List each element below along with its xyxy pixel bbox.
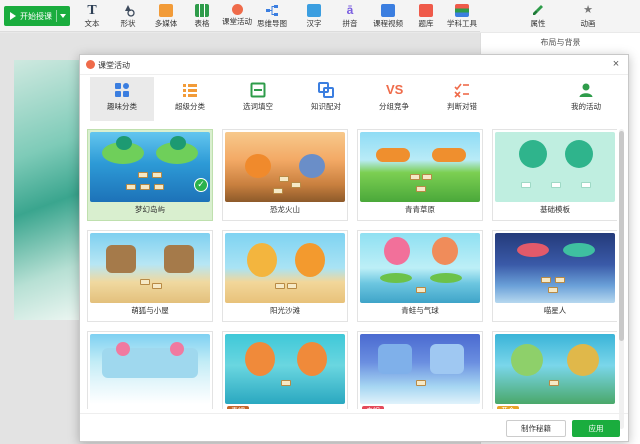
tab-animation[interactable]: ★ 动画	[568, 2, 608, 29]
play-icon	[10, 12, 16, 20]
subject-tools-icon	[455, 4, 469, 17]
template-thumbnail	[225, 334, 345, 404]
tool-text[interactable]: T 文本	[76, 2, 108, 30]
hanzi-icon	[307, 4, 321, 17]
template-card[interactable]: 青蛙与气球	[357, 230, 483, 322]
grid-icon	[114, 82, 130, 98]
fill-blank-icon	[250, 82, 266, 98]
dialog-footer: 制作秘籍 应用	[80, 413, 628, 443]
list-icon	[182, 82, 198, 98]
scrollbar-thumb[interactable]	[619, 131, 624, 341]
video-icon	[381, 4, 395, 17]
template-thumbnail	[360, 132, 480, 202]
tool-question-bank[interactable]: 题库	[410, 2, 442, 30]
tool-subject-tools[interactable]: 学科工具	[444, 2, 480, 30]
template-card[interactable]: 萌狐与小屋	[87, 230, 213, 322]
template-name: 喵星人	[543, 306, 567, 315]
top-toolbar: 开始授课 T 文本 形状 多媒体 表格 课堂活动 思维导图 汉字 ā 拼音 课程…	[0, 0, 640, 32]
template-grid: ✓ 梦幻岛屿 恐龙火山 青青草原 基础模板 萌狐与小屋 阳光沙滩 青蛙与气球 喵…	[87, 129, 617, 409]
template-name: 基础模板	[540, 205, 570, 214]
star-icon: ★	[583, 4, 593, 16]
template-scrollbar[interactable]	[619, 129, 624, 429]
template-thumbnail	[225, 132, 345, 202]
activity-icon	[231, 4, 243, 15]
tab-fun-classify[interactable]: 趣味分类	[90, 77, 154, 121]
tab-fill-blank[interactable]: 选词填空	[226, 77, 290, 121]
template-thumbnail	[495, 334, 615, 404]
close-icon[interactable]: ×	[610, 58, 622, 70]
template-name: 恐龙火山	[270, 205, 300, 214]
template-thumbnail	[495, 132, 615, 202]
shape-icon	[121, 4, 135, 17]
category-tabs: 趣味分类 超级分类 选词填空 知识配对 VS 分组竞争 判断对错 我的活动	[80, 77, 628, 123]
template-thumbnail	[360, 334, 480, 404]
apply-button[interactable]: 应用	[572, 420, 620, 437]
selected-check-icon: ✓	[194, 178, 208, 192]
template-thumbnail	[90, 334, 210, 404]
tab-my-activities[interactable]: 我的活动	[554, 77, 618, 121]
template-card[interactable]: 恐龙火山	[222, 129, 348, 221]
slide-thumbnail[interactable]	[14, 60, 84, 320]
mindmap-icon	[265, 4, 279, 17]
template-thumbnail	[225, 233, 345, 303]
tab-properties[interactable]: 属性	[518, 2, 558, 29]
media-icon	[159, 4, 173, 17]
pair-icon	[318, 82, 334, 98]
start-teaching-label: 开始授课	[20, 11, 52, 21]
classroom-activity-dialog: 课堂活动 × 趣味分类 超级分类 选词填空 知识配对 VS 分组竞争 判断对错 …	[79, 54, 629, 442]
question-bank-icon	[419, 4, 433, 17]
tab-group-compete[interactable]: VS 分组竞争	[362, 77, 426, 121]
tier-badge: 青铜	[227, 406, 249, 409]
text-icon: T	[87, 3, 97, 18]
tab-super-classify[interactable]: 超级分类	[158, 77, 222, 121]
tier-badge: 黄金	[497, 406, 519, 409]
activity-icon	[86, 60, 95, 69]
template-name: 梦幻岛屿	[135, 205, 165, 214]
dropdown-arrow-icon[interactable]	[60, 14, 66, 18]
tab-true-false[interactable]: 判断对错	[430, 77, 494, 121]
template-thumbnail	[495, 233, 615, 303]
tab-knowledge-pair[interactable]: 知识配对	[294, 77, 358, 121]
tool-mindmap[interactable]: 思维导图	[256, 2, 288, 30]
template-card[interactable]: 青铜	[222, 331, 348, 409]
start-teaching-button[interactable]: 开始授课	[4, 6, 70, 26]
template-thumbnail	[360, 233, 480, 303]
template-card[interactable]: 青青草原	[357, 129, 483, 221]
template-thumbnail	[90, 132, 210, 202]
template-name: 阳光沙滩	[270, 306, 300, 315]
right-panel-tabs: 属性 ★ 动画	[480, 0, 640, 32]
tool-pinyin[interactable]: ā 拼音	[334, 2, 366, 30]
tool-media[interactable]: 多媒体	[150, 2, 182, 30]
making-tips-button[interactable]: 制作秘籍	[506, 420, 566, 437]
template-card[interactable]: 基础模板	[492, 129, 617, 221]
template-thumbnail	[90, 233, 210, 303]
template-name: 萌狐与小屋	[131, 306, 169, 315]
true-false-icon	[454, 82, 470, 98]
vs-icon: VS	[386, 82, 404, 97]
tool-video[interactable]: 课程视频	[370, 2, 406, 30]
template-card[interactable]: ✓ 梦幻岛屿	[87, 129, 213, 221]
template-card[interactable]: 喵星人	[492, 230, 617, 322]
template-card[interactable]: 白银	[357, 331, 483, 409]
brush-icon	[532, 4, 544, 16]
template-card[interactable]	[87, 331, 213, 409]
template-card[interactable]: 阳光沙滩	[222, 230, 348, 322]
template-name: 青蛙与气球	[401, 306, 439, 315]
tier-badge: 白银	[362, 406, 384, 409]
right-panel-title: 布局与背景	[540, 38, 581, 47]
user-icon	[578, 82, 594, 98]
tool-shape[interactable]: 形状	[112, 2, 144, 30]
template-card[interactable]: 黄金	[492, 331, 617, 409]
tool-hanzi[interactable]: 汉字	[298, 2, 330, 30]
tool-table[interactable]: 表格	[186, 2, 218, 30]
pinyin-icon: ā	[346, 3, 354, 17]
dialog-title: 课堂活动	[98, 61, 130, 70]
dialog-header: 课堂活动 ×	[80, 55, 628, 75]
template-name: 青青草原	[405, 205, 435, 214]
table-icon	[195, 4, 209, 17]
tool-activity[interactable]: 课堂活动	[221, 2, 253, 30]
